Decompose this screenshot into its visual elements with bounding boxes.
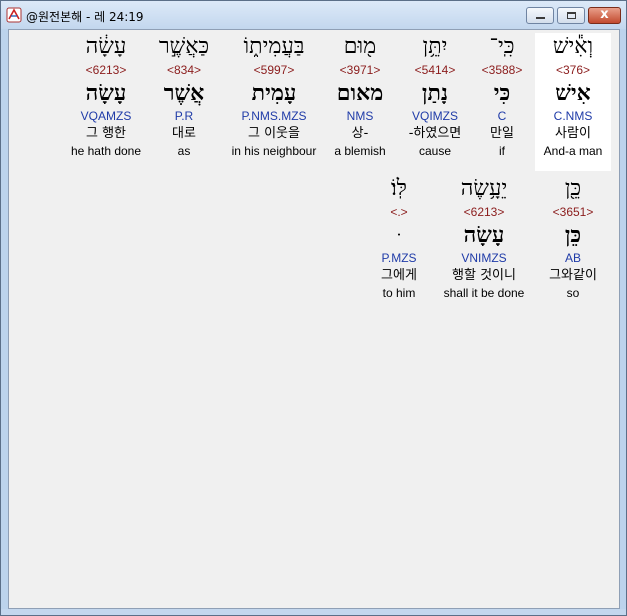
morphology-code: P.MZS [381,251,417,265]
word-cell[interactable]: כִּֽי־ <3588> כִּי C 만일 if [464,33,540,159]
window-title: @원전본해 - 레 24:19 [26,10,144,24]
maximize-button[interactable] [557,7,585,24]
hebrew-word: עָשָׂ֔ה [85,34,127,59]
korean-gloss: 만일 [490,126,514,141]
morphology-code: C.NMS [553,109,593,123]
word-cell[interactable]: יִתֵּ֥ן <5414> נָתַן VQIMZS -하였으면 cause [397,33,473,159]
strong-number[interactable]: <6213> [61,61,151,79]
app-window: @원전본해 - 레 24:19 x וְאִ֕ישׁ <376> אִישׁ C… [0,0,627,616]
strong-number[interactable]: <5414> [397,61,473,79]
word-cell-selected[interactable]: וְאִ֕ישׁ <376> אִישׁ C.NMS 사람이 And-a man [535,33,611,171]
strong-number[interactable]: <.> [364,203,434,221]
english-gloss: a blemish [334,144,386,158]
hebrew-lemma: אִישׁ [555,80,591,106]
word-cell[interactable]: לּֽוֹ׃ <.> ּ P.MZS 그에게 to him [364,175,434,301]
morphology-code: NMS [346,109,374,123]
hebrew-word: לּֽוֹ׃ [391,176,407,201]
morphology-code: VQIMZS [411,109,458,123]
strong-number[interactable]: <6213> [438,203,530,221]
english-gloss: so [566,286,580,300]
korean-gloss: -하였으면 [408,126,462,141]
korean-gloss: 그 행한 [85,126,126,141]
hebrew-word: יִתֵּ֥ן [422,34,448,59]
maximize-icon [567,12,576,19]
word-cell[interactable]: עָשָׂ֔ה <6213> עָשָׂה VQAMZS 그 행한 he hat… [61,33,151,159]
korean-gloss: 상- [351,126,369,141]
window-bottom-border [1,609,626,615]
app-logo-icon [6,7,22,23]
hebrew-lemma: מאום [336,80,384,106]
korean-gloss: 행할 것이니 [452,268,516,283]
korean-gloss: 대로 [172,126,196,141]
title-bar[interactable]: @원전본해 - 레 24:19 x [1,1,626,29]
interlinear-panel: וְאִ֕ישׁ <376> אִישׁ C.NMS 사람이 And-a man… [8,29,620,609]
morphology-code: VNIMZS [461,251,507,265]
hebrew-word: כִּֽי־ [489,34,515,59]
hebrew-lemma: אֲשֶׁר [163,80,205,106]
hebrew-lemma: ּ [364,221,434,249]
hebrew-word: וְאִ֕ישׁ [552,34,594,59]
korean-gloss: 그에게 [381,268,417,283]
strong-number[interactable]: <834> [146,61,222,79]
minimize-icon [536,17,545,19]
english-gloss: cause [418,144,452,158]
strong-number[interactable]: <5997> [222,61,326,79]
hebrew-word: יֵעָ֥שֶׂה [460,176,508,201]
close-icon: x [600,7,609,22]
english-gloss: to him [382,286,416,300]
hebrew-lemma: עָשָׂה [85,80,127,106]
close-button[interactable]: x [588,7,621,24]
word-cell[interactable]: בַּעֲמִית֑וֹ <5997> עָמִית P.NMS.MZS 그 이… [222,33,326,159]
hebrew-lemma: כֵּן [564,222,582,248]
english-gloss: as [177,144,191,158]
word-cell[interactable]: יֵעָ֥שֶׂה <6213> עָשָׂה VNIMZS 행할 것이니 sh… [438,175,530,301]
morphology-code: C [497,109,507,123]
hebrew-lemma: עָשָׂה [463,222,505,248]
strong-number[interactable]: <3971> [322,61,398,79]
morphology-code: P.NMS.MZS [241,109,307,123]
word-cell[interactable]: כֵּ֖ן <3651> כֵּן AB 그와같이 so [535,175,611,301]
hebrew-lemma: כִּי [493,80,511,106]
hebrew-word: כַּאֲשֶׁ֣ר [158,34,210,59]
english-gloss: if [499,144,505,158]
minimize-button[interactable] [526,7,554,24]
english-gloss: shall it be done [443,286,525,300]
korean-gloss: 그 이웃을 [248,126,300,141]
morphology-code: VQAMZS [80,109,132,123]
strong-number[interactable]: <376> [535,61,611,79]
hebrew-word: מ֖וּם [343,34,377,59]
morphology-code: P.R [174,109,194,123]
english-gloss: he hath done [70,144,142,158]
hebrew-word: בַּעֲמִית֑וֹ [243,34,305,59]
korean-gloss: 사람이 [555,126,591,141]
english-gloss: And-a man [543,144,603,158]
hebrew-lemma: עָמִית [251,80,297,106]
word-cell[interactable]: כַּאֲשֶׁ֣ר <834> אֲשֶׁר P.R 대로 as [146,33,222,159]
hebrew-lemma: נָתַן [421,80,449,106]
word-cell[interactable]: מ֖וּם <3971> מאום NMS 상- a blemish [322,33,398,159]
english-gloss: in his neighbour [231,144,317,158]
morphology-code: AB [564,251,581,265]
strong-number[interactable]: <3651> [535,203,611,221]
hebrew-word: כֵּ֖ן [564,176,582,201]
strong-number[interactable]: <3588> [464,61,540,79]
korean-gloss: 그와같이 [549,268,597,283]
